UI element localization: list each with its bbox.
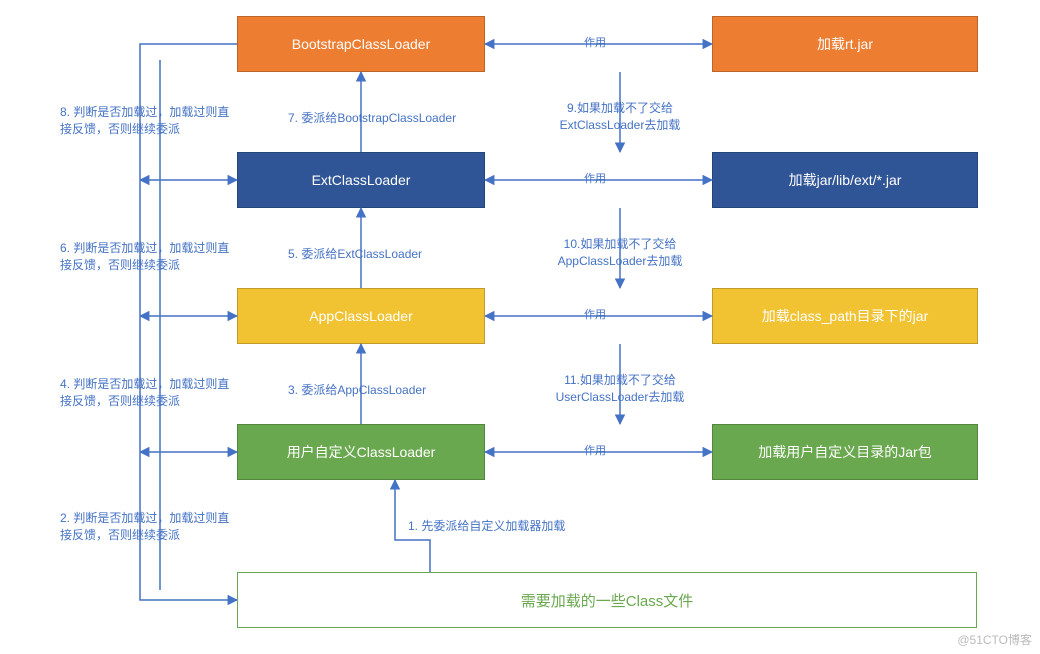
box-ext-label: ExtClassLoader — [312, 172, 411, 188]
label-zy-1: 作用 — [584, 36, 606, 51]
label-4: 4. 判断是否加载过，加载过则直接反馈，否则继续委派 — [60, 376, 235, 410]
box-classfile-label: 需要加载的一些Class文件 — [521, 590, 694, 611]
label-11: 11.如果加载不了交给UserClassLoader去加载 — [545, 372, 695, 406]
label-9: 9.如果加载不了交给ExtClassLoader去加载 — [545, 100, 695, 134]
box-classfile: 需要加载的一些Class文件 — [237, 572, 977, 628]
box-extjar-label: 加载jar/lib/ext/*.jar — [789, 170, 902, 190]
box-classpath: 加载class_path目录下的jar — [712, 288, 978, 344]
box-bootstrap-label: BootstrapClassLoader — [292, 36, 431, 52]
box-classpath-label: 加载class_path目录下的jar — [762, 306, 929, 326]
label-zy-3: 作用 — [584, 308, 606, 323]
box-rtjar-label: 加载rt.jar — [817, 34, 873, 54]
label-zy-2: 作用 — [584, 172, 606, 187]
box-extjar: 加载jar/lib/ext/*.jar — [712, 152, 978, 208]
label-7: 7. 委派给BootstrapClassLoader — [288, 110, 456, 127]
label-1: 1. 先委派给自定义加载器加载 — [408, 518, 565, 535]
label-5: 5. 委派给ExtClassLoader — [288, 246, 422, 263]
box-userjar-label: 加载用户自定义目录的Jar包 — [758, 442, 931, 462]
label-8: 8. 判断是否加载过，加载过则直接反馈，否则继续委派 — [60, 104, 235, 138]
label-3: 3. 委派给AppClassLoader — [288, 382, 426, 399]
label-2: 2. 判断是否加载过，加载过则直接反馈，否则继续委派 — [60, 510, 235, 544]
label-6: 6. 判断是否加载过，加载过则直接反馈，否则继续委派 — [60, 240, 235, 274]
box-userjar: 加载用户自定义目录的Jar包 — [712, 424, 978, 480]
box-app-label: AppClassLoader — [309, 308, 413, 324]
box-ext: ExtClassLoader — [237, 152, 485, 208]
box-bootstrap: BootstrapClassLoader — [237, 16, 485, 72]
label-10: 10.如果加载不了交给AppClassLoader去加载 — [545, 236, 695, 270]
box-rtjar: 加载rt.jar — [712, 16, 978, 72]
watermark: @51CTO博客 — [957, 631, 1032, 648]
box-app: AppClassLoader — [237, 288, 485, 344]
box-user: 用户自定义ClassLoader — [237, 424, 485, 480]
label-zy-4: 作用 — [584, 444, 606, 459]
box-user-label: 用户自定义ClassLoader — [287, 442, 436, 462]
